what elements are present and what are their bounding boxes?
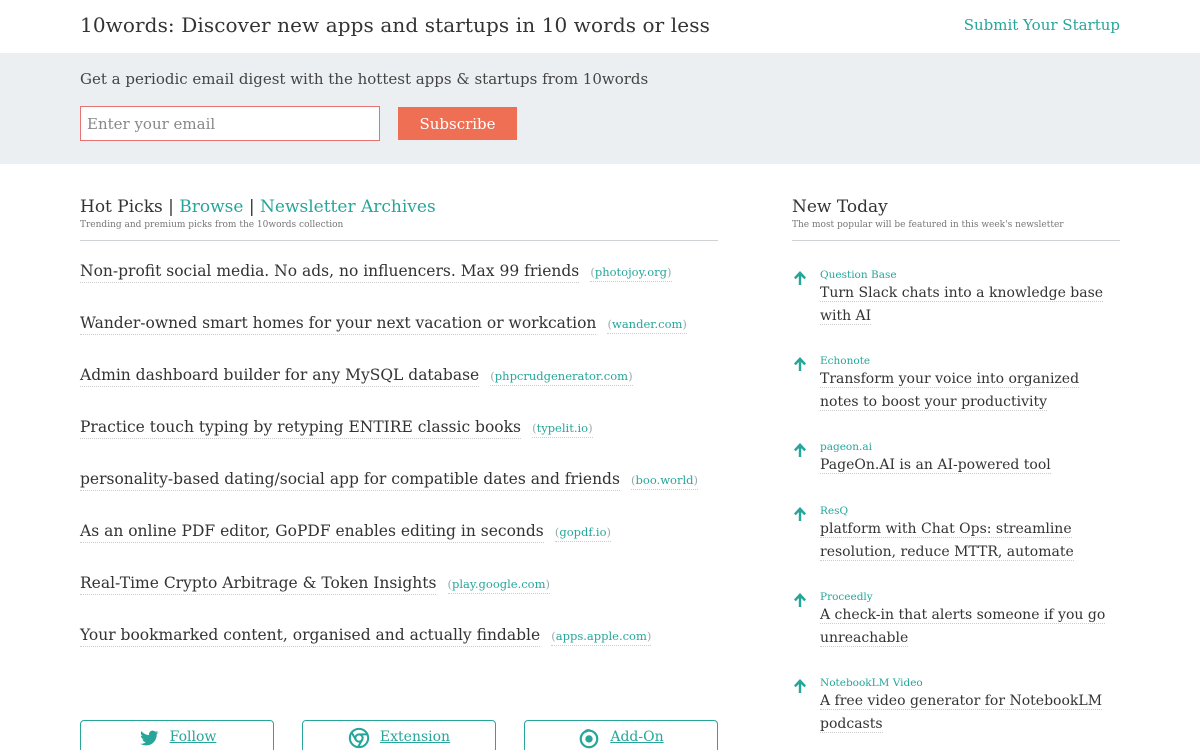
follow-label: Follow [169,729,217,745]
pick-link[interactable]: Non-profit social media. No ads, no infl… [80,262,580,283]
startup-description[interactable]: Transform your voice into organized note… [820,371,1080,411]
domain-text: wander.com [611,317,683,331]
domain-text: photojoy.org [594,265,667,279]
pick-domain[interactable]: (gopdf.io) [554,525,611,542]
startup-name[interactable]: Proceedly [820,590,1122,604]
chrome-extension-button[interactable]: Extension [302,720,496,750]
hot-picks-header: Hot Picks | Browse | Newsletter Archives… [80,197,718,241]
upvote-arrow-icon[interactable] [792,678,808,694]
pick-domain[interactable]: (boo.world) [631,473,698,490]
pick-domain[interactable]: (typelit.io) [532,421,593,438]
pick-link[interactable]: Your bookmarked content, organised and a… [80,626,541,647]
domain-text: typelit.io [536,421,589,435]
startup-description[interactable]: PageOn.AI is an AI-powered tool [820,457,1051,474]
upvote-arrow-icon[interactable] [792,592,808,608]
pick-domain[interactable]: (wander.com) [607,317,687,334]
header-separator: | [248,197,255,217]
domain-text: boo.world [635,473,694,487]
browse-link[interactable]: Browse [179,197,243,217]
startup-description[interactable]: A check-in that alerts someone if you go… [820,607,1106,647]
chrome-icon [348,727,370,749]
extension-label: Extension [379,729,451,745]
list-item: Non-profit social media. No ads, no infl… [80,261,720,313]
new-today-list: Question Base Turn Slack chats into a kn… [792,268,1122,750]
site-title: 10words: Discover new apps and startups … [80,13,710,37]
list-item: Admin dashboard builder for any MySQL da… [80,365,720,417]
list-item: Wander-owned smart homes for your next v… [80,313,720,365]
pick-link[interactable]: Practice touch typing by retyping ENTIRE… [80,418,521,439]
upvote-arrow-icon[interactable] [792,506,808,522]
list-item: personality-based dating/social app for … [80,469,720,521]
startup-description[interactable]: Turn Slack chats into a knowledge base w… [820,285,1104,325]
twitter-bird-icon [139,730,159,746]
domain-text: apps.apple.com [555,629,647,643]
startup-description[interactable]: platform with Chat Ops: streamline resol… [820,521,1074,561]
new-today-header: New Today The most popular will be featu… [792,197,1120,241]
pick-link[interactable]: personality-based dating/social app for … [80,470,620,491]
upvote-arrow-icon[interactable] [792,442,808,458]
hot-picks-subtitle: Trending and premium picks from the 10wo… [80,220,344,230]
twitter-follow-button[interactable]: Follow [80,720,274,750]
startup-name[interactable]: Echonote [820,354,1122,368]
pick-domain[interactable]: (play.google.com) [447,577,551,594]
firefox-icon [580,729,599,749]
submit-startup-link[interactable]: Submit Your Startup [964,16,1120,34]
pick-link[interactable]: Wander-owned smart homes for your next v… [80,314,597,335]
header-separator: | [168,197,174,217]
domain-text: play.google.com [452,577,546,591]
hot-picks-list: Non-profit social media. No ads, no infl… [80,261,720,677]
list-item: pageon.ai PageOn.AI is an AI-powered too… [792,440,1122,504]
pick-link[interactable]: Real-Time Crypto Arbitrage & Token Insig… [80,574,437,595]
startup-name[interactable]: Question Base [820,268,1122,282]
hot-picks-title: Hot Picks [80,197,163,217]
new-today-title: New Today [792,197,888,217]
list-item: As an online PDF editor, GoPDF enables e… [80,521,720,573]
list-item: NotebookLM Video A free video generator … [792,676,1122,750]
new-today-subtitle: The most popular will be featured in thi… [792,220,1064,230]
firefox-addon-button[interactable]: Add-On [524,720,718,750]
startup-name[interactable]: pageon.ai [820,440,1122,454]
startup-name[interactable]: NotebookLM Video [820,676,1122,690]
list-item: Proceedly A check-in that alerts someone… [792,590,1122,676]
email-input[interactable] [80,106,380,141]
list-item: Echonote Transform your voice into organ… [792,354,1122,440]
newsletter-archives-link[interactable]: Newsletter Archives [260,197,436,217]
upvote-arrow-icon[interactable] [792,270,808,286]
upvote-arrow-icon[interactable] [792,356,808,372]
domain-text: gopdf.io [559,525,607,539]
subscribe-button[interactable]: Subscribe [398,107,517,140]
pick-domain[interactable]: (apps.apple.com) [551,629,652,646]
domain-text: phpcrudgenerator.com [494,369,629,383]
pick-link[interactable]: As an online PDF editor, GoPDF enables e… [80,522,544,543]
top-bar: 10words: Discover new apps and startups … [0,0,1200,53]
list-item: Real-Time Crypto Arbitrage & Token Insig… [80,573,720,625]
startup-name[interactable]: ResQ [820,504,1122,518]
startup-description[interactable]: A free video generator for NotebookLM po… [820,693,1103,733]
list-item: Your bookmarked content, organised and a… [80,625,720,677]
email-digest-banner: Get a periodic email digest with the hot… [0,53,1200,164]
pick-domain[interactable]: (photojoy.org) [590,265,672,282]
pick-link[interactable]: Admin dashboard builder for any MySQL da… [80,366,480,387]
list-item: ResQ platform with Chat Ops: streamline … [792,504,1122,590]
list-item: Question Base Turn Slack chats into a kn… [792,268,1122,354]
addon-label: Add-On [610,729,664,745]
list-item: Practice touch typing by retyping ENTIRE… [80,417,720,469]
pick-domain[interactable]: (phpcrudgenerator.com) [490,369,633,386]
social-buttons: Follow Extension Add-On [80,720,720,750]
digest-description: Get a periodic email digest with the hot… [80,70,649,88]
